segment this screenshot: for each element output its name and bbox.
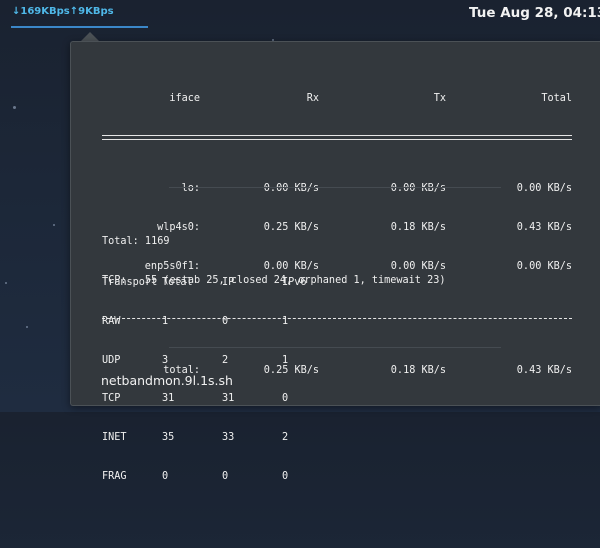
header-tx: Tx (433, 93, 446, 104)
table-row: UDP 3 2 1 (102, 354, 362, 367)
background-star-decoration (13, 106, 16, 109)
transport-name: INET (102, 432, 127, 444)
transport-ipv6: 1 (282, 315, 289, 327)
section-divider (169, 347, 501, 348)
header-iface: iface (169, 93, 200, 104)
transport-ip: 31 (222, 393, 235, 405)
transport-ip: 0 (222, 315, 229, 327)
rx-value: 0.00 KB/s (263, 183, 319, 194)
header-transport: Transport (102, 277, 158, 288)
top-panel: ↓169KBps↑9KBps Tue Aug 28, 04:13:5 (0, 0, 600, 30)
table-row: lo: 0.00 KB/s 0.00 KB/s 0.00 KB/s (102, 182, 572, 195)
transport-ip: 33 (222, 432, 235, 444)
background-star-decoration (26, 326, 28, 328)
header-ip: IP (222, 277, 235, 288)
clock[interactable]: Tue Aug 28, 04:13:5 (469, 5, 600, 21)
transport-ipv6: 0 (282, 393, 289, 405)
transport-ipv6: 1 (282, 354, 289, 366)
background-star-decoration (5, 282, 7, 284)
table-header-row: iface Rx Tx Total (102, 92, 572, 105)
transport-total: 0 (162, 470, 169, 482)
table-row: RAW 1 0 1 (102, 315, 362, 328)
transport-name: TCP (102, 393, 121, 405)
background-star-decoration (53, 224, 55, 226)
netspeed-active-underline (11, 26, 148, 28)
grand-total-value: 0.43 KB/s (516, 365, 572, 376)
transport-ipv6: 2 (282, 432, 289, 444)
double-rule (102, 135, 572, 140)
transport-header-row: Transport Total IP IPv6 (102, 276, 362, 289)
netspeed-indicator[interactable]: ↓169KBps↑9KBps (12, 6, 114, 17)
transport-ip: 2 (222, 354, 229, 366)
total-value: 0.00 KB/s (516, 261, 572, 272)
transport-name: UDP (102, 354, 121, 366)
transport-ip: 0 (222, 470, 229, 482)
transport-total: 31 (162, 393, 175, 405)
socket-total-line: Total: 1169 (102, 236, 170, 247)
iface-name: lo: (181, 183, 200, 194)
transport-name: RAW (102, 315, 121, 327)
transport-total: 1 (162, 315, 169, 327)
transport-name: FRAG (102, 470, 127, 482)
header-ipv6: IPv6 (282, 277, 307, 288)
table-row: TCP 31 31 0 (102, 392, 362, 405)
table-row: INET 35 33 2 (102, 431, 362, 444)
transport-total: 35 (162, 432, 175, 444)
netspeed-popup: iface Rx Tx Total lo: 0.00 KB/s 0.00 KB/… (70, 41, 600, 482)
table-row: FRAG 0 0 0 (102, 470, 362, 483)
header-total: Total (541, 93, 572, 104)
section-divider (169, 187, 501, 188)
transport-total: 3 (162, 354, 169, 366)
header-rx: Rx (306, 93, 319, 104)
tx-value: 0.00 KB/s (390, 183, 446, 194)
total-value: 0.43 KB/s (516, 222, 572, 233)
transport-ipv6: 0 (282, 470, 289, 482)
header-total: Total (162, 277, 193, 288)
script-name-label: netbandmon.9l.1s.sh (101, 373, 233, 388)
total-value: 0.00 KB/s (516, 183, 572, 194)
